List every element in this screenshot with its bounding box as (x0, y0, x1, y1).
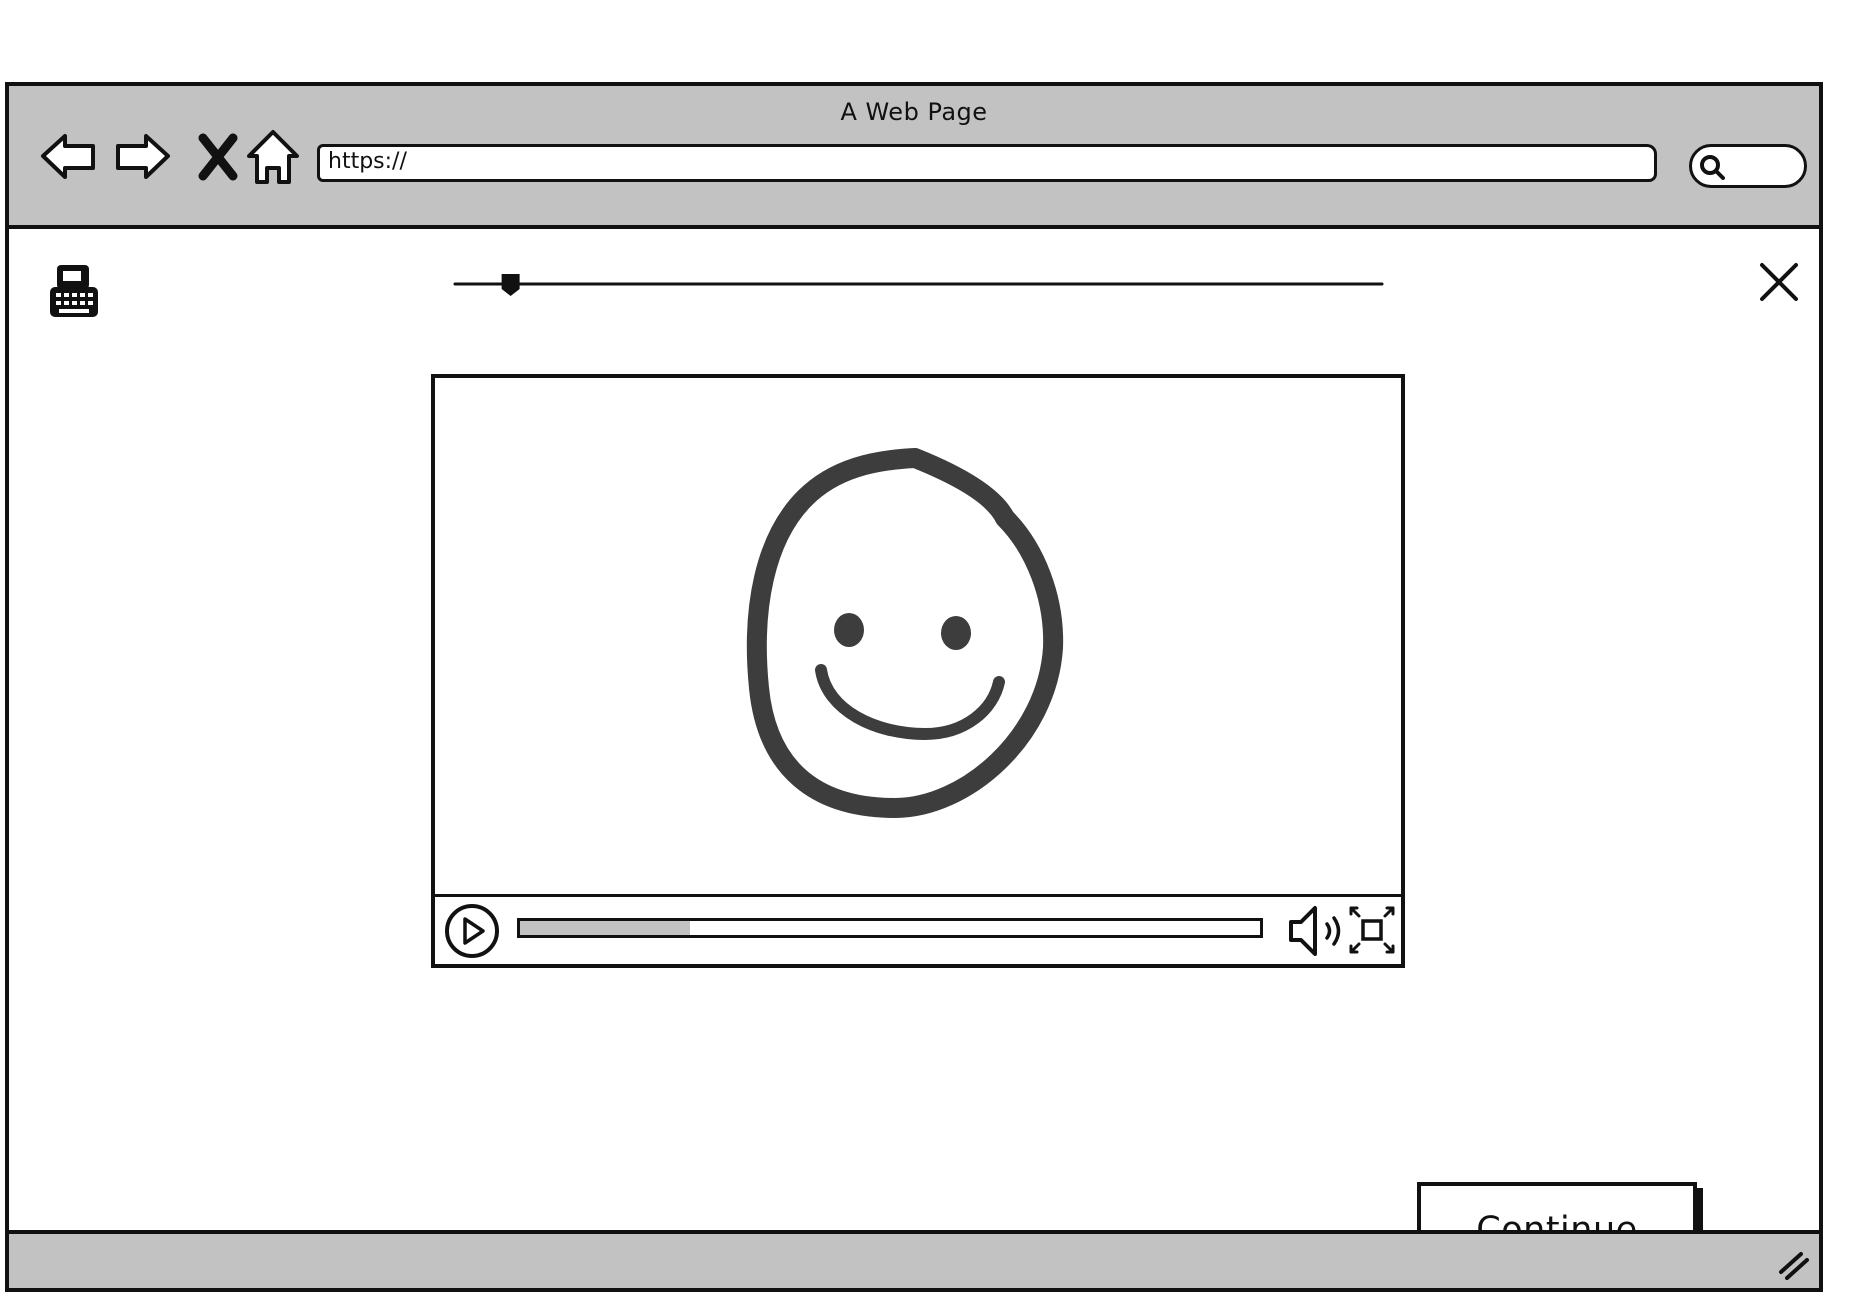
play-icon[interactable] (443, 902, 501, 960)
window-title: A Web Page (840, 98, 988, 126)
forward-arrow-icon[interactable] (112, 126, 172, 186)
typewriter-icon (50, 265, 98, 317)
page-content: Continue (9, 229, 1819, 1280)
video-player (431, 374, 1405, 968)
browser-toolbar: A Web Page https:// (9, 86, 1819, 229)
status-bar (9, 1230, 1819, 1288)
volume-icon[interactable] (1287, 904, 1343, 958)
back-arrow-icon[interactable] (39, 126, 99, 186)
video-controls (435, 894, 1401, 964)
fullscreen-icon[interactable] (1347, 904, 1397, 956)
browser-window: A Web Page https:// (5, 82, 1823, 1292)
search-icon (1700, 155, 1725, 180)
resize-grip-icon[interactable] (1777, 1248, 1811, 1282)
video-progress-bar[interactable] (517, 918, 1263, 938)
url-input[interactable]: https:// (317, 144, 1657, 182)
search-input[interactable] (1689, 144, 1807, 188)
home-icon[interactable] (243, 126, 303, 186)
slider-thumb[interactable] (501, 274, 520, 296)
smiley-face-icon (746, 448, 1064, 818)
close-icon[interactable] (1756, 259, 1802, 305)
video-screen[interactable] (435, 378, 1401, 897)
stop-icon[interactable] (189, 126, 249, 186)
video-progress-fill (520, 921, 691, 935)
slider[interactable] (451, 269, 1386, 299)
